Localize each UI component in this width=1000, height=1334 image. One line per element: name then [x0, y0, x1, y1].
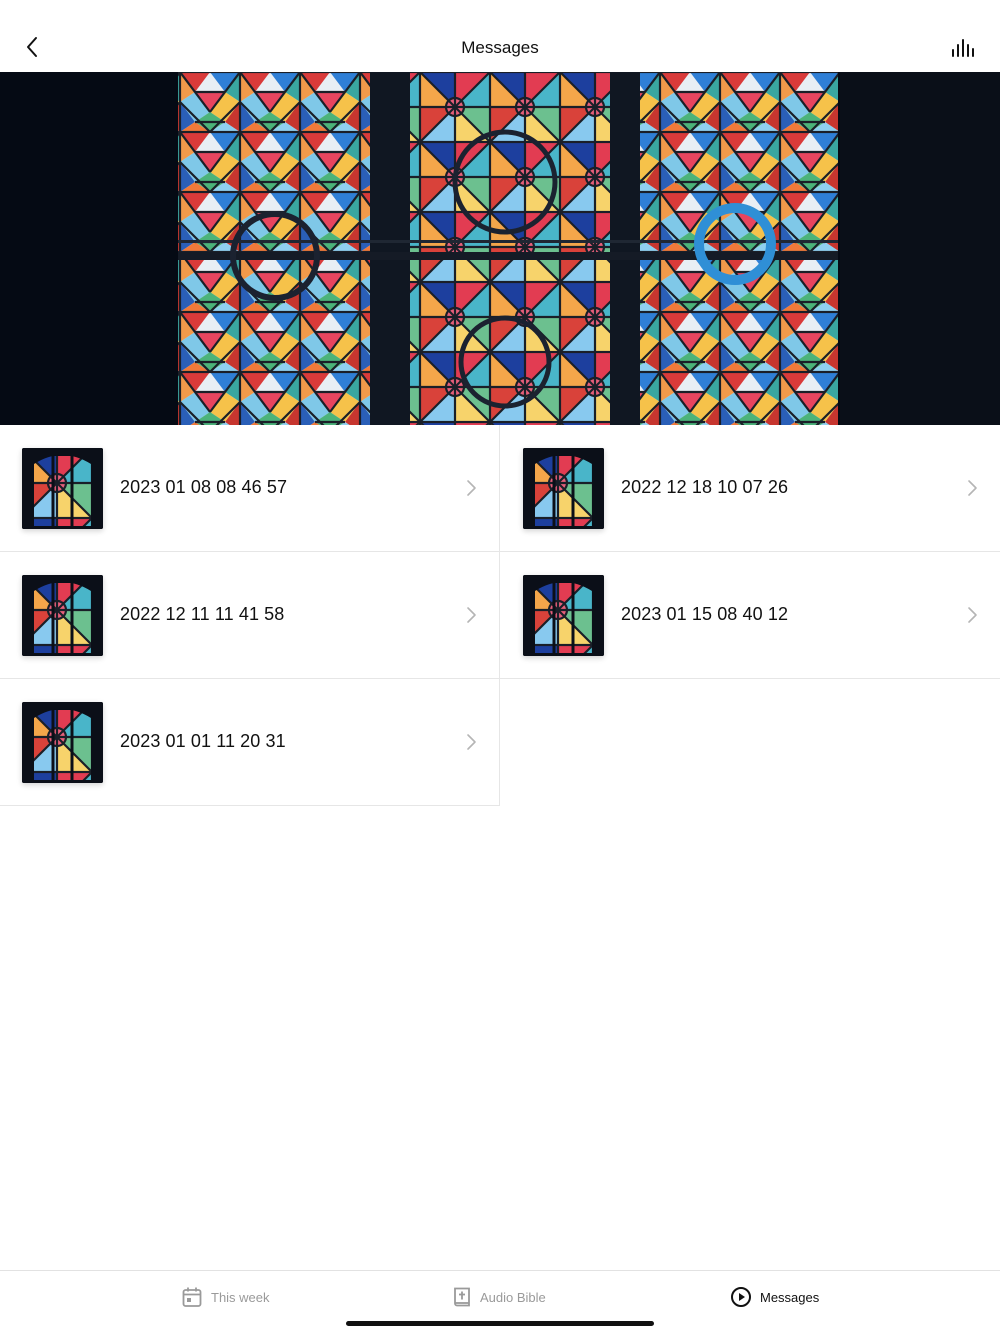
- tab-messages[interactable]: Messages: [730, 1283, 819, 1311]
- message-item[interactable]: 2023 01 01 11 20 31: [0, 679, 500, 806]
- bible-icon: [454, 1287, 470, 1307]
- audio-waveform-icon: [952, 39, 974, 57]
- tab-audio-bible[interactable]: Audio Bible: [452, 1283, 546, 1311]
- home-indicator[interactable]: [346, 1321, 654, 1326]
- message-item[interactable]: 2023 01 08 08 46 57: [0, 425, 500, 552]
- message-thumbnail: [22, 702, 103, 783]
- message-item[interactable]: 2023 01 15 08 40 12: [500, 552, 1000, 679]
- navigation-bar: Messages: [0, 0, 1000, 72]
- tab-label: This week: [211, 1289, 270, 1305]
- calendar-icon: [182, 1287, 202, 1307]
- message-thumbnail: [523, 448, 604, 529]
- stained-glass-window-image: [0, 72, 1000, 425]
- message-thumbnail: [22, 575, 103, 656]
- message-title: 2022 12 11 11 41 58: [120, 604, 285, 624]
- tab-label: Messages: [760, 1289, 820, 1305]
- message-thumbnail: [523, 575, 604, 656]
- message-item[interactable]: 2022 12 18 10 07 26: [500, 425, 1000, 552]
- chevron-right-icon: [467, 734, 476, 750]
- message-title: 2022 12 18 10 07 26: [621, 477, 789, 497]
- chevron-right-icon: [467, 480, 476, 496]
- chevron-right-icon: [968, 480, 977, 496]
- chevron-right-icon: [968, 607, 977, 623]
- message-title: 2023 01 01 11 20 31: [120, 731, 286, 751]
- hero-image: [0, 72, 1000, 425]
- page-title: Messages: [461, 38, 539, 57]
- audio-waveform-button[interactable]: [948, 34, 978, 62]
- tab-this-week[interactable]: This week: [181, 1283, 270, 1311]
- message-item[interactable]: 2022 12 11 11 41 58: [0, 552, 500, 679]
- message-thumbnail: [22, 448, 103, 529]
- message-title: 2023 01 08 08 46 57: [120, 477, 288, 497]
- play-circle-icon: [731, 1287, 751, 1307]
- message-title: 2023 01 15 08 40 12: [621, 604, 789, 624]
- chevron-right-icon: [467, 607, 476, 623]
- tab-label: Audio Bible: [480, 1289, 546, 1305]
